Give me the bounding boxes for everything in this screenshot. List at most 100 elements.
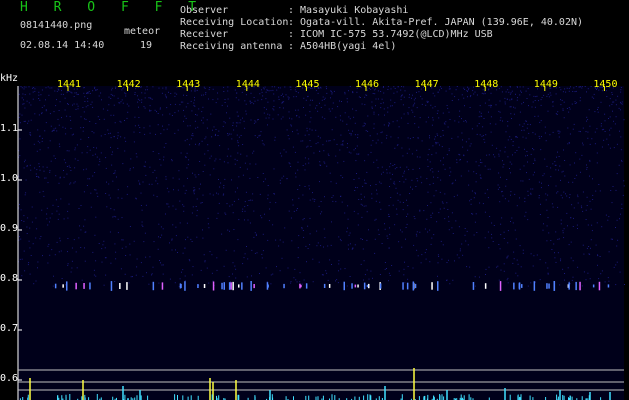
noise-pixel xyxy=(85,106,87,108)
noise-pixel xyxy=(77,159,79,161)
noise-pixel xyxy=(441,258,443,260)
location-value: : Ogata-vill. Akita-Pref. JAPAN (139.96E… xyxy=(288,17,584,28)
noise-pixel xyxy=(71,134,73,136)
noise-pixel xyxy=(486,154,488,156)
noise-pixel xyxy=(319,150,320,152)
noise-pixel xyxy=(341,101,342,102)
noise-pixel xyxy=(35,217,37,219)
noise-pixel xyxy=(501,190,503,192)
noise-pixel xyxy=(407,137,409,139)
noise-pixel xyxy=(374,252,376,254)
noise-pixel xyxy=(515,238,517,240)
noise-pixel xyxy=(404,282,406,284)
noise-pixel xyxy=(508,200,510,202)
noise-pixel xyxy=(459,248,461,250)
noise-pixel xyxy=(335,280,336,282)
noise-pixel xyxy=(316,105,318,107)
noise-pixel xyxy=(498,244,500,245)
noise-pixel xyxy=(468,89,469,91)
noise-pixel xyxy=(555,185,557,187)
noise-pixel xyxy=(447,209,449,210)
noise-pixel xyxy=(332,195,334,197)
noise-pixel xyxy=(336,143,338,145)
noise-pixel xyxy=(121,99,123,101)
noise-pixel xyxy=(412,94,413,96)
noise-pixel xyxy=(329,110,331,112)
noise-pixel xyxy=(184,115,186,117)
noise-pixel xyxy=(237,122,239,124)
noise-pixel xyxy=(348,151,350,153)
noise-pixel xyxy=(414,218,416,220)
noise-pixel xyxy=(201,140,203,142)
noise-pixel xyxy=(358,199,360,200)
noise-pixel xyxy=(564,88,566,90)
noise-pixel xyxy=(353,116,355,118)
noise-pixel xyxy=(578,130,580,132)
noise-pixel xyxy=(320,245,322,247)
noise-pixel xyxy=(425,249,427,251)
noise-pixel xyxy=(596,222,598,224)
noise-pixel xyxy=(175,226,177,228)
noise-pixel xyxy=(171,239,173,241)
noise-pixel xyxy=(53,275,54,277)
noise-pixel xyxy=(272,118,274,120)
noise-pixel xyxy=(388,213,390,215)
noise-pixel xyxy=(268,90,270,92)
noise-pixel xyxy=(174,112,176,114)
noise-pixel xyxy=(241,210,243,212)
noise-pixel xyxy=(437,177,439,179)
noise-pixel xyxy=(407,213,409,215)
noise-pixel xyxy=(401,231,403,233)
noise-pixel xyxy=(290,282,292,284)
noise-pixel xyxy=(448,88,450,90)
noise-pixel xyxy=(429,261,431,263)
noise-pixel xyxy=(272,108,274,110)
noise-pixel xyxy=(152,151,154,152)
noise-pixel xyxy=(441,87,442,89)
noise-pixel xyxy=(340,134,342,136)
noise-pixel xyxy=(138,180,140,182)
noise-pixel xyxy=(566,108,568,109)
noise-pixel xyxy=(42,166,44,168)
noise-pixel xyxy=(232,273,233,275)
meteor-echo xyxy=(592,284,595,288)
noise-pixel xyxy=(111,164,113,166)
noise-pixel xyxy=(202,171,204,172)
noise-pixel xyxy=(237,115,239,117)
noise-pixel xyxy=(109,197,111,199)
noise-pixel xyxy=(505,91,507,93)
noise-pixel xyxy=(321,116,323,118)
noise-pixel xyxy=(313,200,315,202)
noise-pixel xyxy=(496,266,498,268)
noise-pixel xyxy=(273,100,275,102)
noise-pixel xyxy=(472,213,474,215)
noise-pixel xyxy=(67,238,69,239)
noise-pixel xyxy=(361,216,363,218)
noise-pixel xyxy=(326,165,328,167)
noise-pixel xyxy=(136,156,138,158)
noise-pixel xyxy=(519,111,521,113)
noise-pixel xyxy=(47,245,49,247)
noise-pixel xyxy=(609,134,611,136)
noise-pixel xyxy=(127,186,129,188)
noise-pixel xyxy=(414,97,416,99)
noise-pixel xyxy=(335,201,337,203)
noise-pixel xyxy=(402,175,404,177)
noise-pixel xyxy=(517,275,519,277)
noise-pixel xyxy=(577,202,579,204)
noise-pixel xyxy=(581,285,583,287)
noise-pixel xyxy=(203,86,205,88)
meteor-echo xyxy=(232,281,234,291)
noise-pixel xyxy=(598,184,600,185)
noise-pixel xyxy=(527,285,529,287)
noise-pixel xyxy=(227,134,229,136)
noise-pixel xyxy=(157,183,159,185)
noise-pixel xyxy=(87,146,89,148)
noise-pixel xyxy=(43,195,45,197)
noise-pixel xyxy=(280,118,282,120)
noise-pixel xyxy=(511,118,512,119)
noise-pixel xyxy=(52,285,54,287)
x-tick-label: 1450 xyxy=(593,79,618,90)
noise-pixel xyxy=(238,99,240,101)
noise-pixel xyxy=(271,86,273,88)
